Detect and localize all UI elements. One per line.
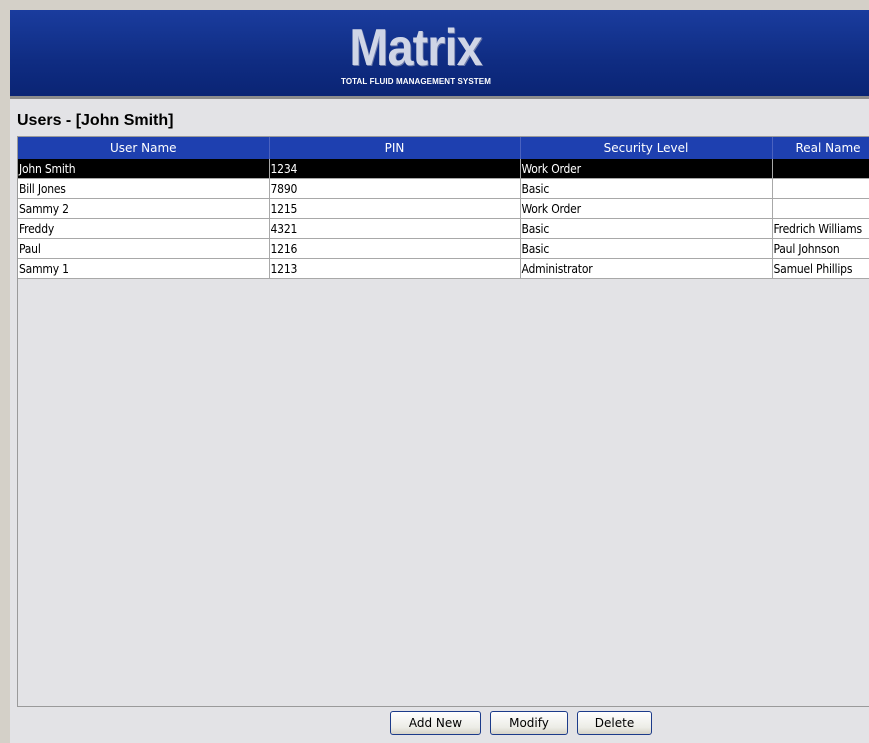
users-grid[interactable]: User Name PIN Security Level Real Name J…: [17, 136, 869, 707]
matrix-logo: Matrix TOTAL FLUID MANAGEMENT SYSTEM: [336, 19, 496, 86]
column-header-pin[interactable]: PIN: [269, 137, 521, 159]
cell-pin: 1234: [269, 159, 521, 179]
cell-user-name: Bill Jones: [18, 178, 270, 199]
cell-security-level: Basic: [520, 218, 773, 239]
cell-pin: 4321: [269, 218, 521, 239]
table-row[interactable]: Sammy 2 1215 Work Order: [18, 198, 869, 219]
column-header-security-level[interactable]: Security Level: [520, 137, 773, 159]
page-title: Users - [John Smith]: [17, 112, 174, 129]
action-button-bar: Add New Modify Delete: [390, 711, 652, 735]
cell-real-name: Samuel Phillips: [772, 258, 869, 279]
cell-user-name: Paul: [18, 238, 270, 259]
cell-real-name: Paul Johnson: [772, 238, 869, 259]
cell-security-level: Basic: [520, 178, 773, 199]
cell-real-name: [772, 178, 869, 199]
table-row[interactable]: John Smith 1234 Work Order: [18, 159, 869, 179]
cell-security-level: Work Order: [520, 159, 773, 179]
cell-security-level: Work Order: [520, 198, 773, 219]
cell-pin: 1216: [269, 238, 521, 259]
column-header-user-name[interactable]: User Name: [18, 137, 270, 159]
table-header-row: User Name PIN Security Level Real Name: [18, 137, 869, 159]
table-row[interactable]: Bill Jones 7890 Basic: [18, 178, 869, 199]
cell-user-name: John Smith: [18, 159, 270, 179]
header-banner: Matrix TOTAL FLUID MANAGEMENT SYSTEM: [10, 10, 869, 96]
delete-button[interactable]: Delete: [577, 711, 652, 735]
cell-real-name: [772, 198, 869, 219]
logo-tagline: TOTAL FLUID MANAGEMENT SYSTEM: [340, 77, 491, 86]
cell-pin: 7890: [269, 178, 521, 199]
add-new-button[interactable]: Add New: [390, 711, 481, 735]
cell-pin: 1213: [269, 258, 521, 279]
column-header-real-name[interactable]: Real Name: [772, 137, 869, 159]
cell-user-name: Sammy 1: [18, 258, 270, 279]
cell-user-name: Sammy 2: [18, 198, 270, 219]
table-row[interactable]: Freddy 4321 Basic Fredrich Williams: [18, 218, 869, 239]
cell-user-name: Freddy: [18, 218, 270, 239]
logo-wordmark: Matrix: [349, 19, 483, 77]
table-row[interactable]: Paul 1216 Basic Paul Johnson: [18, 238, 869, 259]
users-table: User Name PIN Security Level Real Name J…: [18, 137, 869, 279]
cell-security-level: Basic: [520, 238, 773, 259]
cell-pin: 1215: [269, 198, 521, 219]
table-row[interactable]: Sammy 1 1213 Administrator Samuel Philli…: [18, 258, 869, 279]
cell-real-name: Fredrich Williams: [772, 218, 869, 239]
cell-security-level: Administrator: [520, 258, 773, 279]
modify-button[interactable]: Modify: [490, 711, 568, 735]
cell-real-name: [772, 159, 869, 179]
